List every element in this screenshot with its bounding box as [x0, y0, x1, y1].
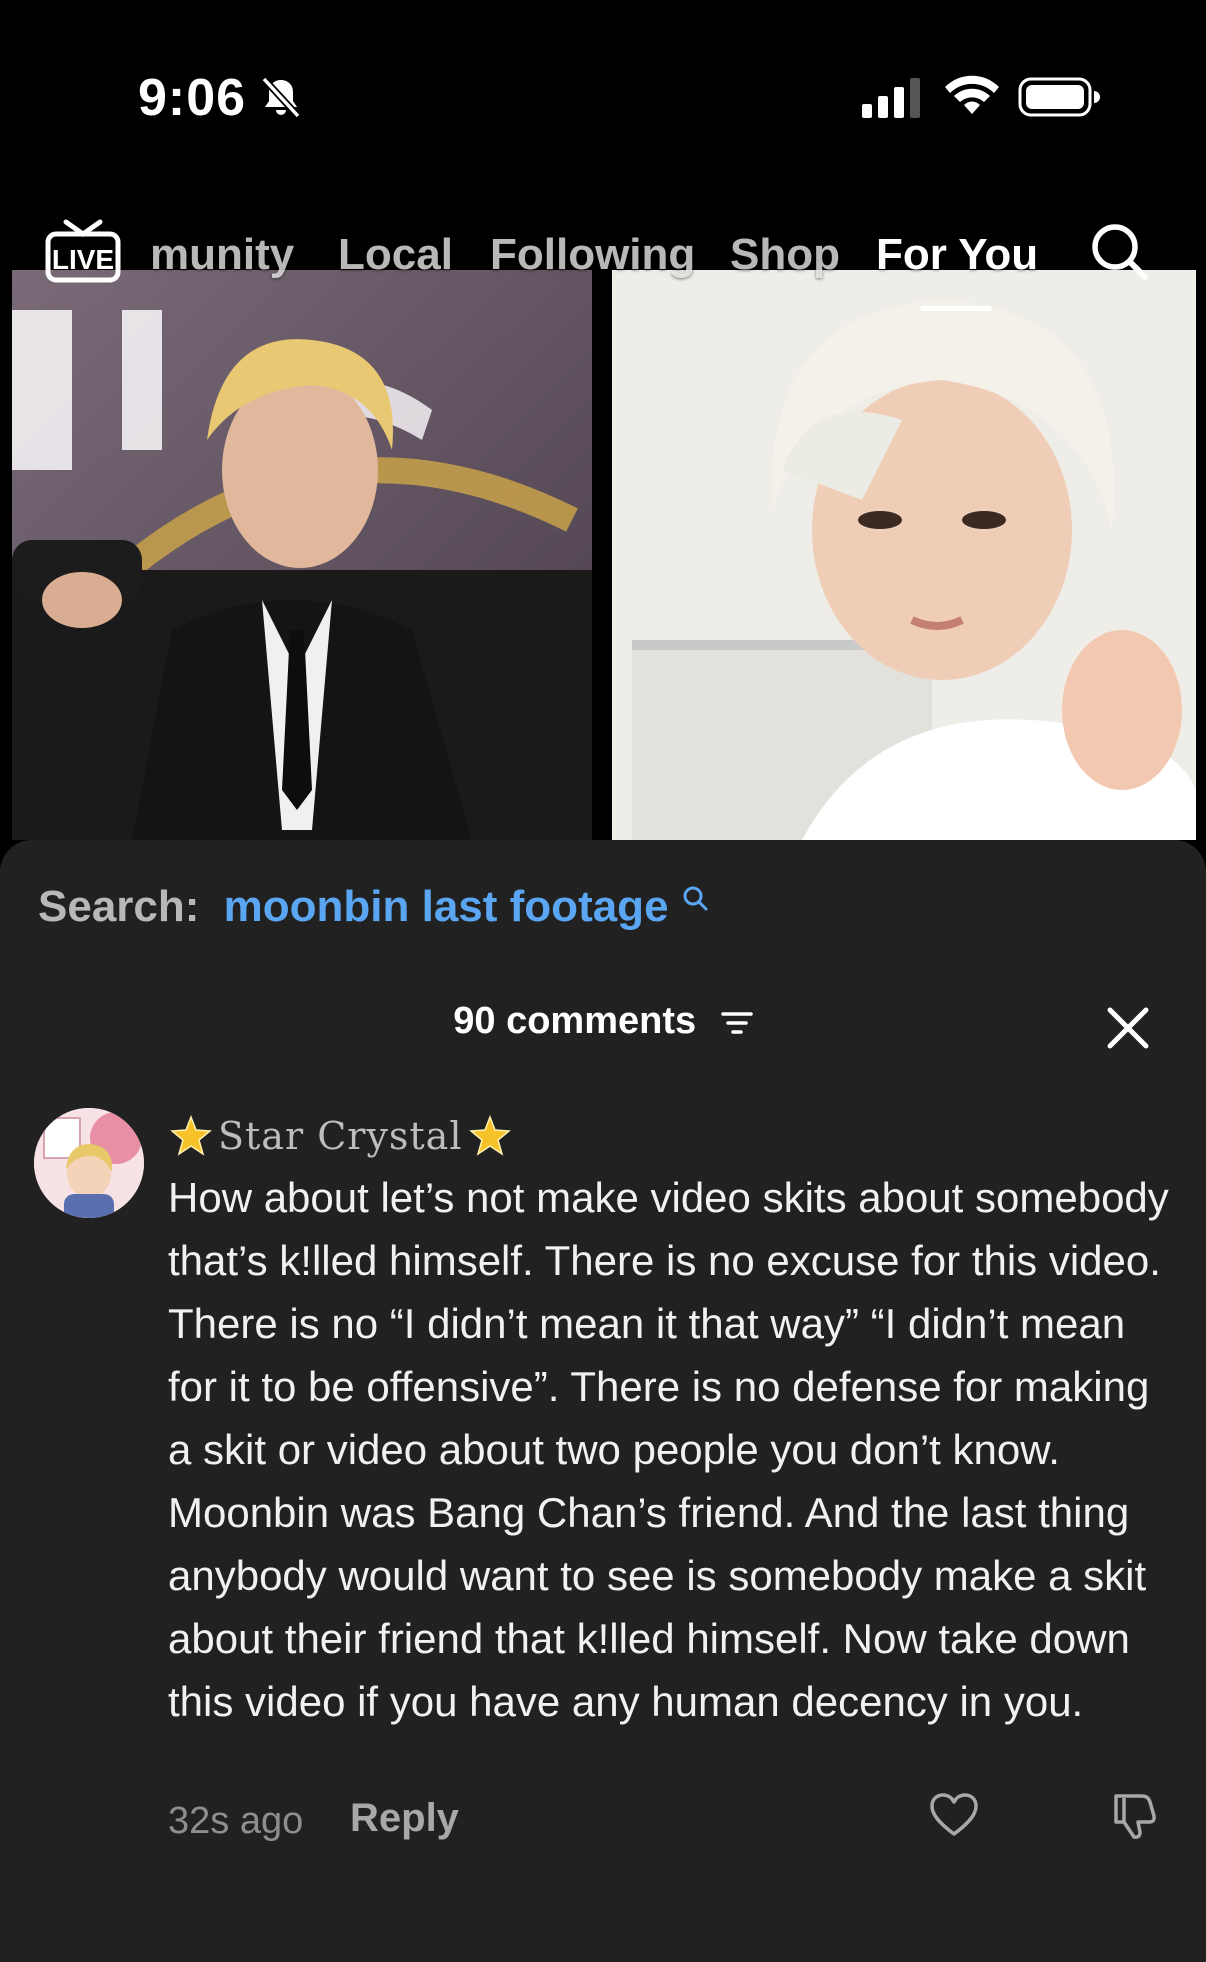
comment-username[interactable]: Star Crystal [170, 1110, 511, 1158]
related-search[interactable]: Search: moonbin last footage [38, 882, 709, 932]
tab-local[interactable]: Local [338, 230, 453, 280]
status-bar: 9:06 [0, 0, 1206, 200]
tab-following[interactable]: Following [490, 230, 695, 280]
search-small-icon [683, 886, 708, 911]
search-term-link[interactable]: moonbin last footage [224, 882, 669, 931]
close-icon[interactable] [1104, 1004, 1152, 1052]
bell-muted-icon [261, 76, 301, 119]
thumbs-down-icon[interactable] [1108, 1790, 1160, 1842]
live-tv-icon[interactable]: LIVE [44, 216, 122, 284]
sort-filter-icon[interactable] [720, 1009, 753, 1037]
wifi-icon [945, 75, 999, 114]
reply-button[interactable]: Reply [350, 1796, 459, 1841]
heart-icon[interactable] [928, 1790, 980, 1842]
person-photo-left [12, 270, 592, 840]
cellular-signal-icon [862, 78, 920, 118]
comments-count: 90 comments [453, 1000, 697, 1042]
live-label: LIVE [52, 244, 114, 275]
active-tab-indicator [920, 306, 992, 311]
battery-icon [1018, 77, 1100, 117]
video-frame-left [12, 270, 592, 840]
comment-timestamp: 32s ago [168, 1800, 304, 1842]
tab-shop[interactable]: Shop [730, 230, 840, 280]
comments-header: 90 comments [0, 1000, 1206, 1043]
comment-text: How about let’s not make video skits abo… [168, 1174, 1169, 1725]
top-navigation: LIVE munity Local Following Shop For You [0, 200, 1206, 310]
search-icon[interactable] [1088, 220, 1150, 282]
username-text: Star Crystal [218, 1113, 463, 1158]
tab-for-you[interactable]: For You [876, 230, 1038, 280]
sparkle-star-icon [170, 1114, 212, 1156]
tab-community[interactable]: munity [150, 230, 294, 280]
comments-sheet: Search: moonbin last footage 90 comments [0, 840, 1206, 1962]
avatar-image [34, 1108, 144, 1218]
search-prefix: Search: [38, 882, 200, 931]
person-photo-right [612, 270, 1196, 840]
status-time: 9:06 [138, 69, 247, 127]
sparkle-star-icon [468, 1114, 511, 1156]
avatar[interactable] [34, 1108, 144, 1218]
video-frame-right [612, 270, 1196, 840]
